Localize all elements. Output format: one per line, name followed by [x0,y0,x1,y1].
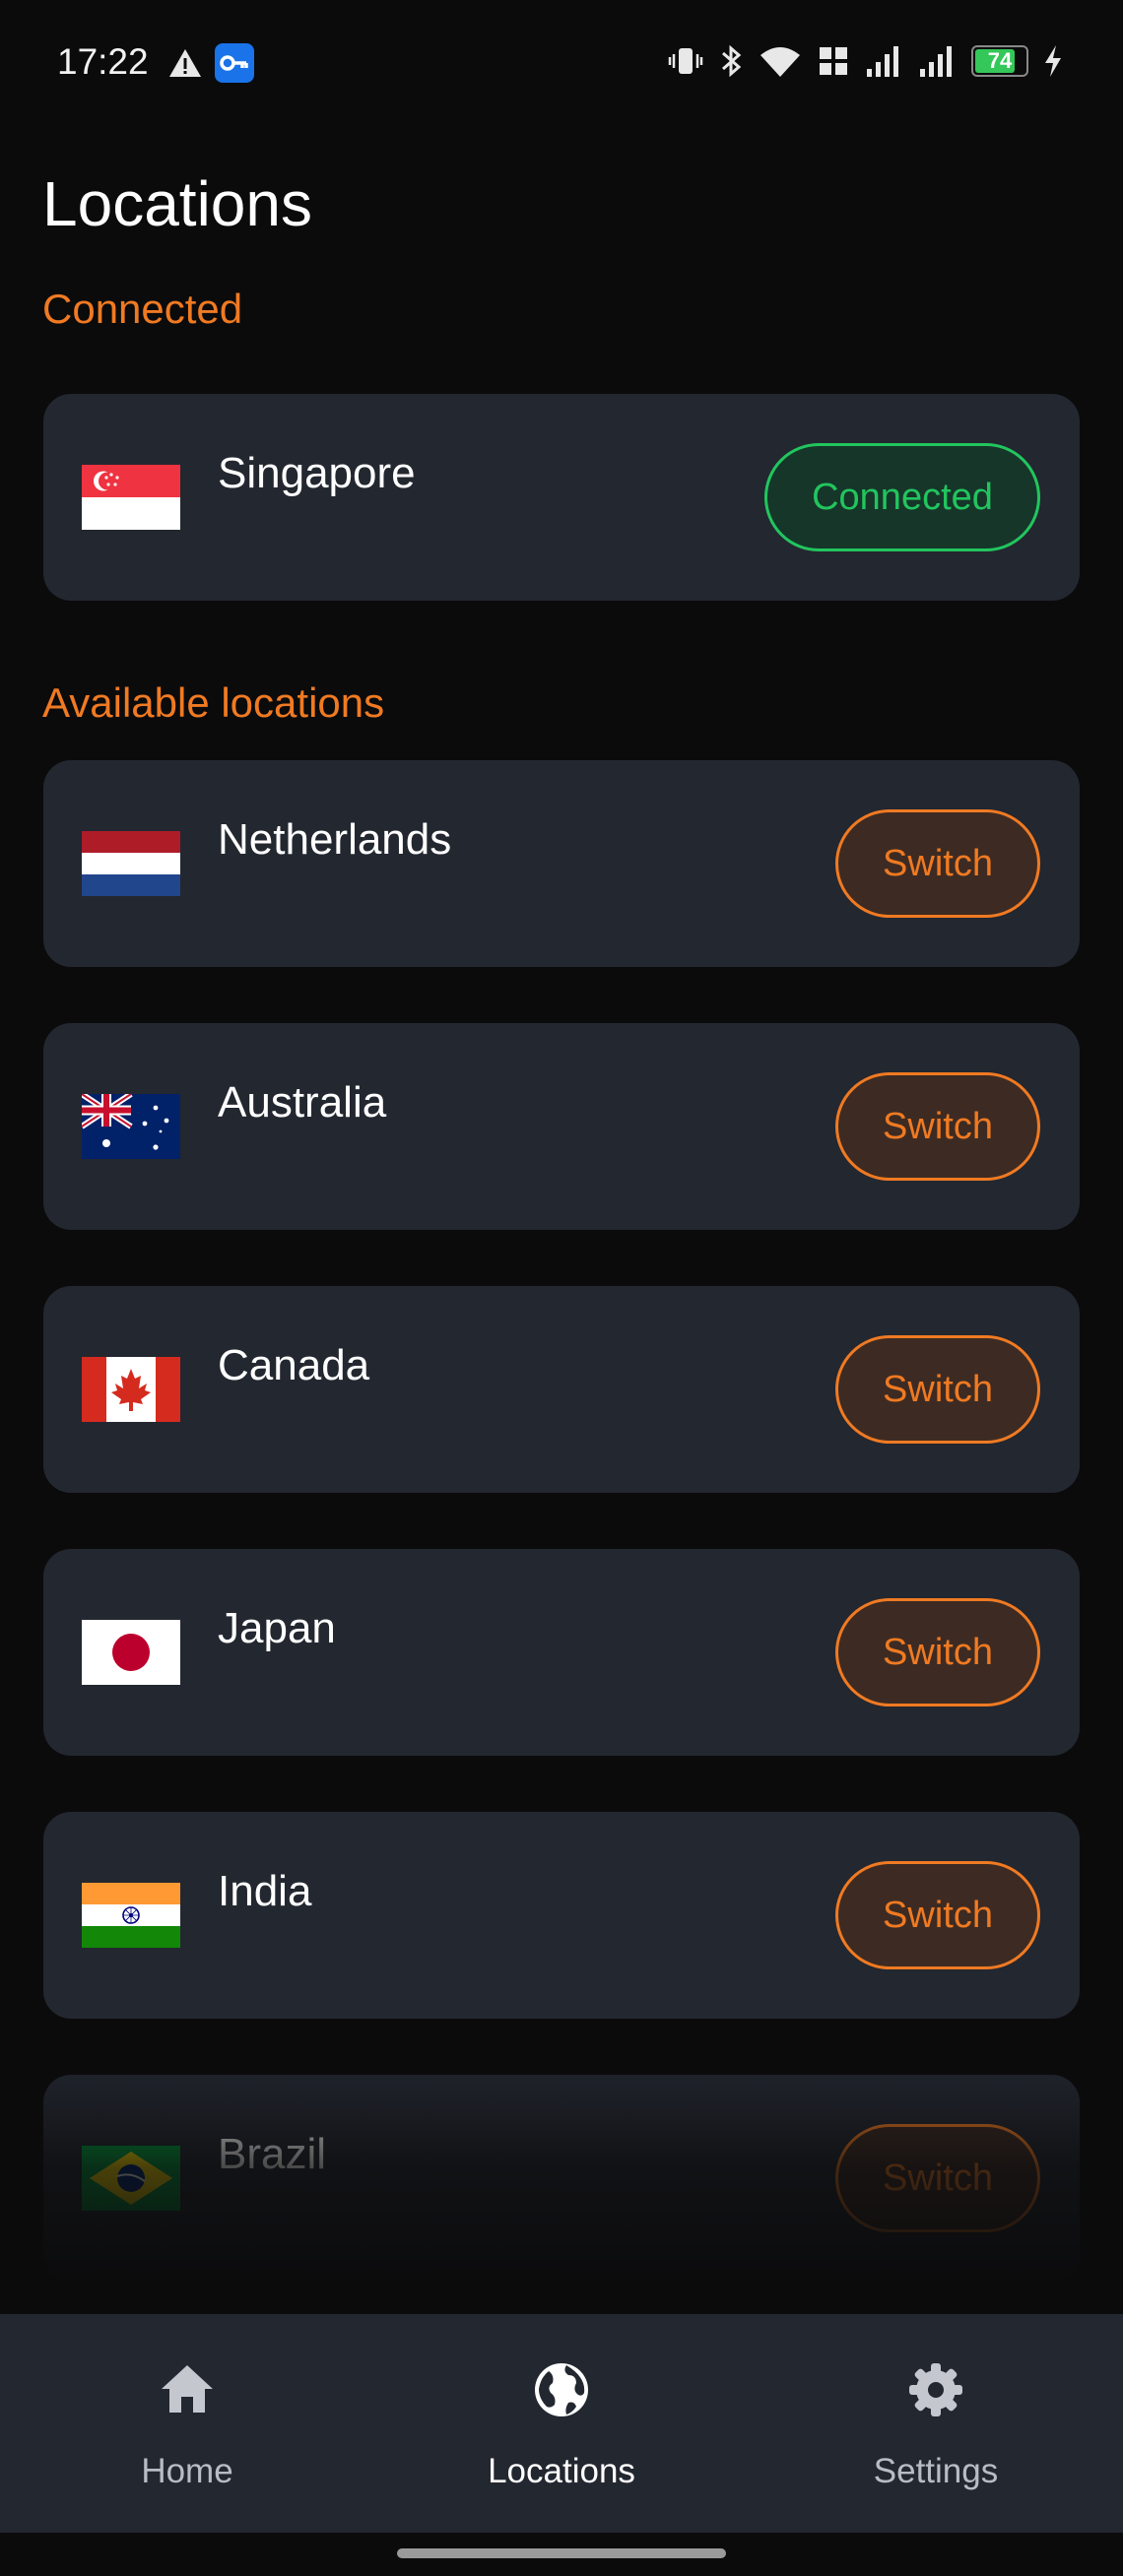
location-name: India [218,1867,312,1915]
bottom-navigation: Home Locations Settings [0,2314,1123,2533]
india-flag [82,1883,180,1948]
nav-label-home: Home [141,2452,233,2490]
brazil-flag [82,2146,180,2211]
nav-locations[interactable]: Locations [374,2314,749,2533]
connected-location-card[interactable]: Singapore Connected [43,394,1080,601]
canada-flag [82,1357,180,1422]
home-icon [162,2365,213,2413]
volte-icon [820,47,847,75]
vpn-key-icon [215,43,254,83]
warning-icon [169,49,201,77]
nav-settings[interactable]: Settings [749,2314,1123,2533]
status-icons: 74 [668,43,1064,79]
gear-icon [909,2363,962,2416]
nav-label-settings: Settings [873,2452,999,2490]
location-card-india[interactable]: India Switch [43,1812,1080,2019]
signal-icon [867,46,898,77]
connected-section-label: Connected [42,286,243,332]
location-name: Canada [218,1341,370,1389]
globe-icon [535,2363,588,2416]
battery-icon: 74 [971,45,1028,77]
signal-icon [920,46,952,77]
available-section-label: Available locations [42,679,385,726]
location-card-australia[interactable]: Australia Switch [43,1023,1080,1230]
location-name: Singapore [218,449,416,497]
location-card-canada[interactable]: Canada Switch [43,1286,1080,1493]
location-name: Netherlands [218,815,452,864]
vibrate-icon [668,48,703,74]
bluetooth-icon [722,44,742,78]
singapore-flag [82,465,180,530]
nav-home[interactable]: Home [0,2314,374,2533]
nav-label-locations: Locations [488,2452,635,2490]
switch-button[interactable]: Switch [835,1598,1040,1707]
switch-button[interactable]: Switch [835,1861,1040,1969]
connected-button[interactable]: Connected [764,443,1040,551]
location-card-netherlands[interactable]: Netherlands Switch [43,760,1080,967]
charging-icon [1045,45,1061,77]
switch-button[interactable]: Switch [835,2124,1040,2232]
home-indicator [397,2548,726,2558]
wifi-icon [760,47,800,77]
battery-level: 74 [987,48,1013,73]
location-name: Australia [218,1078,387,1127]
switch-button[interactable]: Switch [835,809,1040,918]
location-card-japan[interactable]: Japan Switch [43,1549,1080,1756]
location-name: Brazil [218,2130,327,2178]
switch-button[interactable]: Switch [835,1072,1040,1181]
australia-flag [82,1094,180,1159]
status-time: 17:22 [57,41,149,82]
switch-button[interactable]: Switch [835,1335,1040,1444]
status-bar: 17:22 74 [0,0,1123,128]
location-card-brazil[interactable]: Brazil Switch [43,2075,1080,2282]
page-title: Locations [42,168,312,239]
location-name: Japan [218,1604,336,1652]
japan-flag [82,1620,180,1685]
netherlands-flag [82,831,180,896]
